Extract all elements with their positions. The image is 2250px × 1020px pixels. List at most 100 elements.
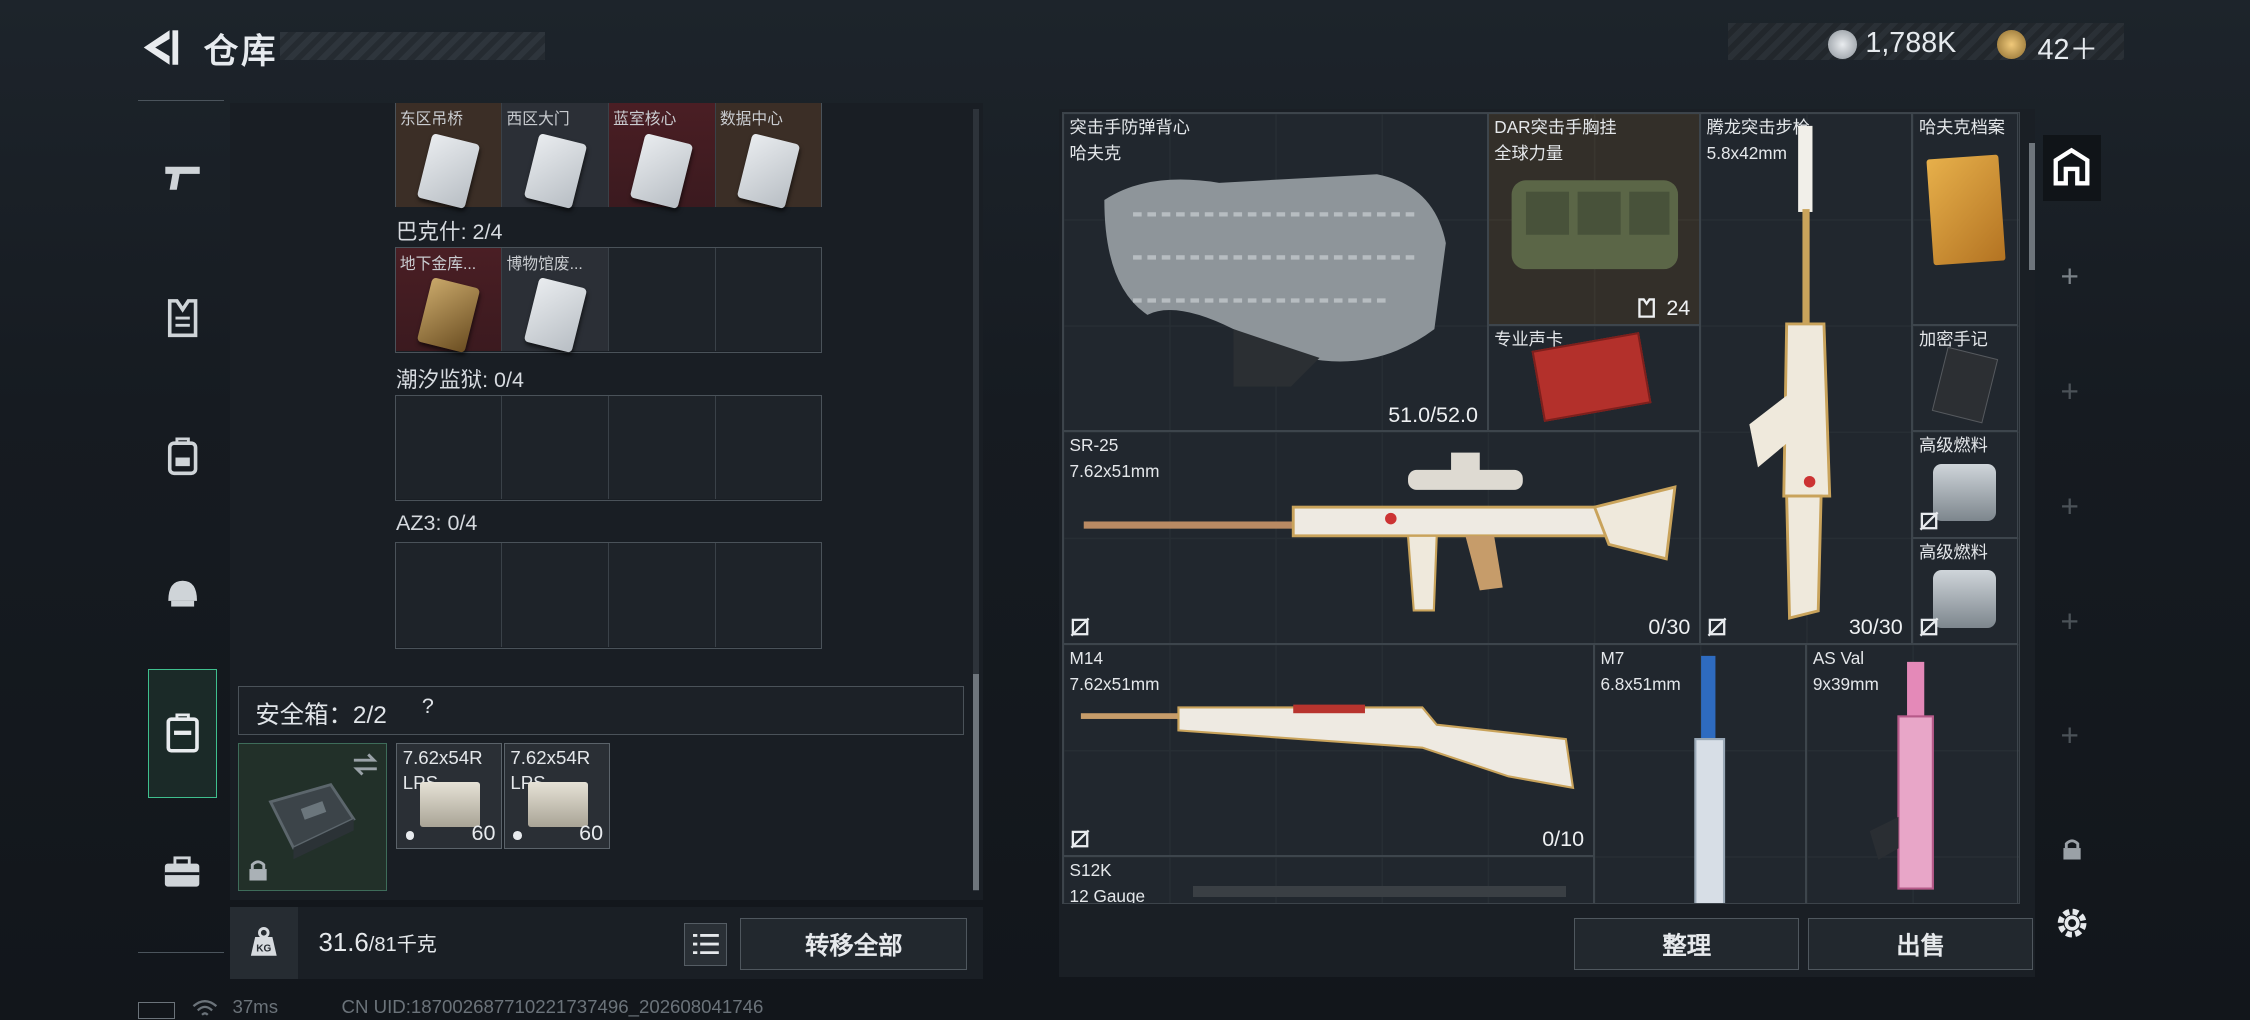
empty-slot[interactable] [608,247,716,352]
kg-weight-icon: KG [251,926,277,956]
group-label-az3: AZ3: 0/4 [396,510,478,535]
safebox-label: 安全箱：2/2 [255,701,387,729]
fuel-item[interactable]: 高级燃料 [1912,431,2019,538]
stash-scrollbar-thumb[interactable] [2028,143,2035,270]
s12k-item[interactable]: S12K 12 Gauge [1062,856,1594,903]
chest-rig-image-icon [1511,179,1678,269]
sniper-rifle-image-icon [1083,452,1677,612]
list-item[interactable]: 数据中心 [715,103,822,209]
m14-item[interactable]: M14 7.62x51mm 0/10 [1062,643,1594,857]
helmet-icon [167,581,197,607]
svg-text:KG: KG [256,943,271,954]
notebook-item[interactable]: 加密手记 [1912,325,2019,432]
battle-rifle-image-icon [1081,705,1575,790]
keycard-icon [736,132,800,209]
empty-slot[interactable] [395,543,503,647]
category-weapons[interactable] [148,143,217,212]
locker-row-4 [394,542,823,649]
list-item[interactable]: 蓝室核心 [608,103,716,209]
add-page-icon[interactable]: + [2061,488,2079,525]
ammo-item[interactable]: 7.62x54R LPS 60 [503,743,610,850]
back-arrow-icon[interactable] [138,26,181,69]
uid-readout: CN UID:18700268771022173749​6_2026080417… [341,995,764,1017]
currency-silver: 1,788K [1865,27,1957,60]
list-item[interactable]: 博物馆废... [502,247,609,354]
keycard-icon [630,132,694,209]
currency-gold[interactable]: 42＋ [2038,27,2099,68]
asval-item[interactable]: AS Val 9x39mm [1806,643,2019,903]
keycard-icon [523,277,587,354]
ammo-count: 60 [579,820,604,845]
gold-coin-icon [1997,30,2027,59]
add-page-icon[interactable]: + [2061,603,2079,640]
list-item[interactable]: 地下金库... [395,247,503,354]
no-insurance-icon [1070,617,1090,637]
rifle-tl-item[interactable]: 腾龙突击步枪 5.8x42mm 30/30 [1699,112,1913,644]
add-page-icon[interactable]: + [2061,258,2079,295]
dot-icon [405,831,415,840]
rifle-pink-image-icon [1870,662,1935,890]
group-label-bakesh: 巴克什: 2/4 [396,220,503,245]
ammo-item[interactable]: 7.62x54R LPS 60 [396,743,503,850]
keycard-icon [523,132,587,209]
backpack-icon [167,437,197,476]
no-insurance-icon [1919,511,1939,531]
vest-item[interactable]: 突击手防弹背心 哈夫克 51.0/52.0 [1062,112,1488,432]
battery-icon [137,1001,176,1019]
list-item[interactable]: 西区大门 [502,103,609,209]
vest-icon [167,299,197,338]
sort-button[interactable]: 整理 [1574,918,1800,970]
sound-card-item[interactable]: 专业声卡 [1487,325,1700,432]
category-helmet[interactable] [148,560,217,629]
category-backpack[interactable] [148,422,217,491]
page-title: 仓库 [203,32,279,71]
empty-slot[interactable] [715,247,822,352]
wifi-icon [192,999,218,1016]
category-armor[interactable] [148,284,217,353]
no-insurance-icon [1707,617,1727,637]
empty-slot[interactable] [608,543,716,647]
safe-case-image-icon [268,782,357,860]
empty-slot[interactable] [715,395,822,499]
document-icon [1926,154,2006,266]
locker-row-1: 东区吊桥 西区大门 蓝室核心 数据中心 [394,103,823,209]
rifle-image-icon [1749,125,1832,620]
keycard-icon [416,132,481,209]
empty-slot[interactable] [608,395,716,499]
empty-slot[interactable] [715,543,822,647]
title-decoration [279,31,546,61]
fuel-can-icon [1933,570,1997,628]
vault-icon [2054,148,2090,186]
empty-slot[interactable] [395,395,503,499]
chest-rig-item[interactable]: DAR突击手胸挂 全球力量 24 [1487,112,1700,326]
scrollbar-thumb[interactable] [972,674,979,890]
sr25-item[interactable]: SR-25 7.62x51mm 0/30 [1062,431,1700,644]
no-insurance-icon [1919,617,1939,637]
help-icon[interactable]: ? [422,694,434,719]
safe-case-slot[interactable] [238,743,388,892]
add-page-icon[interactable]: + [2061,717,2079,754]
empty-slot[interactable] [502,395,609,499]
stash-page-1-tab[interactable] [2043,134,2101,201]
lock-icon [249,860,267,881]
list-view-button[interactable] [684,922,728,966]
keycard-icon [416,277,481,354]
category-briefcase[interactable] [148,838,217,907]
category-safebox[interactable] [147,668,217,798]
list-item[interactable]: 东区吊桥 [395,103,503,209]
havk-file-item[interactable]: 哈夫克档案 [1912,112,2019,326]
swap-icon[interactable] [351,753,380,776]
transfer-all-button[interactable]: 转移全部 [740,918,968,970]
dot-icon [513,831,522,840]
weight-readout: 31.6/81千克 [318,929,437,958]
m7-item[interactable]: M7 6.8x51mm [1593,643,1807,903]
empty-slot[interactable] [502,543,609,647]
add-page-icon[interactable]: + [2061,373,2079,410]
group-label-prison: 潮汐监狱: 0/4 [396,368,524,393]
no-insurance-icon [1070,829,1090,849]
fuel-item[interactable]: 高级燃料 [1912,537,2019,644]
shotgun-image-icon [1192,885,1567,898]
gear-icon[interactable] [2052,903,2092,943]
safe-case-icon [166,713,199,753]
sell-button[interactable]: 出售 [1807,918,2034,970]
